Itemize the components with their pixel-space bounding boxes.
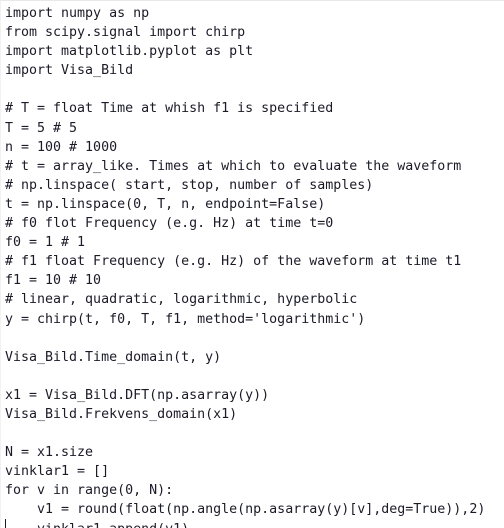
code-line[interactable]: t = np.linspace(0, T, n, endpoint=False) — [5, 195, 504, 214]
code-line[interactable] — [5, 367, 504, 386]
text-caret — [5, 519, 6, 528]
code-line[interactable]: vinklar1.append(v1) — [5, 520, 504, 528]
code-line[interactable]: # np.linspace( start, stop, number of sa… — [5, 176, 504, 195]
code-text-area[interactable]: import numpy as np from scipy.signal impo… — [1, 1, 504, 528]
code-line[interactable]: # T = float Time at whish f1 is specifie… — [5, 99, 504, 118]
code-line[interactable]: for v in range(0, N): — [5, 481, 504, 500]
code-line[interactable]: import numpy as np — [5, 4, 504, 23]
code-line[interactable]: T = 5 # 5 — [5, 119, 504, 138]
code-line[interactable]: n = 100 # 1000 — [5, 138, 504, 157]
code-line[interactable]: # f0 flot Frequency (e.g. Hz) at time t=… — [5, 214, 504, 233]
code-line[interactable]: # f1 float Frequency (e.g. Hz) of the wa… — [5, 252, 504, 271]
code-editor-window[interactable]: import numpy as np from scipy.signal impo… — [0, 0, 504, 528]
code-line[interactable]: # t = array_like. Times at which to eval… — [5, 157, 504, 176]
code-line[interactable]: Visa_Bild.Time_domain(t, y) — [5, 348, 504, 367]
code-line[interactable] — [5, 329, 504, 348]
code-line[interactable]: Visa_Bild.Frekvens_domain(x1) — [5, 405, 504, 424]
code-line[interactable] — [5, 80, 504, 99]
code-line[interactable]: f0 = 1 # 1 — [5, 233, 504, 252]
code-line[interactable] — [5, 424, 504, 443]
code-line[interactable]: N = x1.size — [5, 443, 504, 462]
code-line[interactable]: from scipy.signal import chirp — [5, 23, 504, 42]
code-line[interactable]: y = chirp(t, f0, T, f1, method='logarith… — [5, 310, 504, 329]
code-line[interactable]: import Visa_Bild — [5, 61, 504, 80]
code-line[interactable]: x1 = Visa_Bild.DFT(np.asarray(y)) — [5, 386, 504, 405]
code-line[interactable]: vinklar1 = [] — [5, 462, 504, 481]
code-line[interactable]: # linear, quadratic, logarithmic, hyperb… — [5, 290, 504, 309]
code-line[interactable]: f1 = 10 # 10 — [5, 271, 504, 290]
code-line[interactable]: v1 = round(float(np.angle(np.asarray(y)[… — [5, 500, 504, 519]
code-line[interactable]: import matplotlib.pyplot as plt — [5, 42, 504, 61]
